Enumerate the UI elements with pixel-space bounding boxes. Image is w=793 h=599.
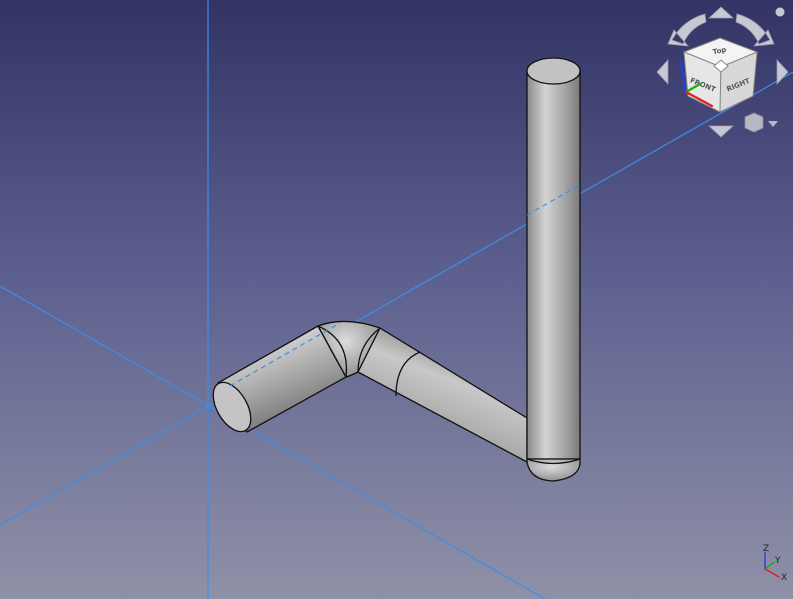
pipe-segment-vertical[interactable] (526, 70, 581, 460)
y-axis-line (0, 71, 793, 526)
scene-canvas[interactable] (0, 0, 793, 599)
pipe-segment-middle[interactable] (357, 327, 528, 463)
x-axis-line (0, 285, 546, 599)
axis-lines (0, 0, 793, 599)
pipe[interactable] (206, 57, 581, 482)
pipe-elbow-2[interactable] (526, 458, 581, 482)
3d-viewport[interactable]: Top FRONT RIGHT Z Y X (0, 0, 793, 599)
pipe-top-cap[interactable] (526, 57, 581, 85)
